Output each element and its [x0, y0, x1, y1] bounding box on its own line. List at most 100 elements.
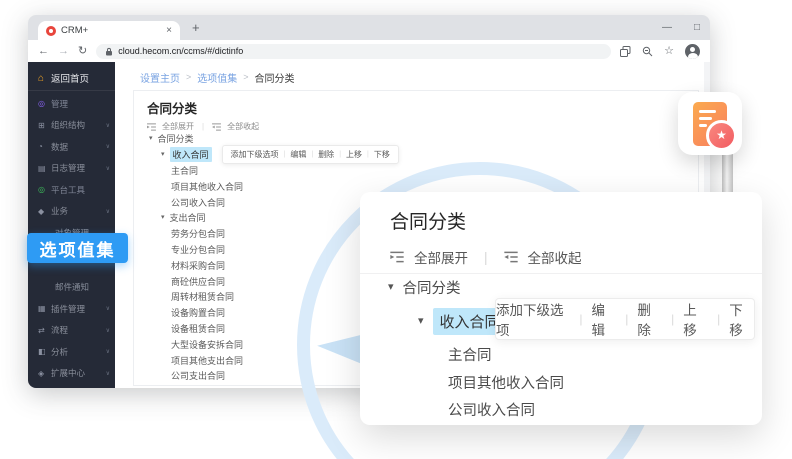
- tree-node-label[interactable]: 大型设备安拆合同: [171, 338, 243, 351]
- new-tab-button[interactable]: +: [192, 20, 200, 35]
- back-button[interactable]: ←: [38, 46, 49, 57]
- edit-button[interactable]: 编辑: [290, 149, 306, 160]
- move-down-button[interactable]: 下移: [729, 299, 754, 339]
- bookmark-star-icon[interactable]: ☆: [664, 46, 674, 57]
- tree-node-label[interactable]: 合同分类: [158, 132, 194, 145]
- sidebar-item-0[interactable]: ⌂返回首页: [28, 66, 115, 91]
- breadcrumb-item-2: 合同分类: [255, 70, 295, 85]
- sidebar-item-label: 插件管理: [51, 303, 85, 315]
- sidebar-item-label: 分析: [51, 346, 68, 358]
- expand-all-icon: [147, 123, 156, 131]
- zoom-icon[interactable]: [642, 46, 653, 57]
- magnified-tree-row-3: 项目其他收入合同: [448, 372, 564, 393]
- sidebar-item-11[interactable]: ⇄流程∨: [28, 320, 115, 342]
- tree-node-label[interactable]: 设备购置合同: [171, 306, 225, 319]
- move-down-button[interactable]: 下移: [374, 149, 390, 160]
- breadcrumb-item-1[interactable]: 选项值集: [197, 70, 237, 85]
- caret-down-icon[interactable]: ▾: [161, 214, 165, 221]
- caret-down-icon[interactable]: ▾: [149, 135, 153, 142]
- sidebar-item-label: 平台工具: [51, 184, 85, 196]
- sidebar-item-6[interactable]: ◆业务∨: [28, 201, 115, 223]
- profile-avatar[interactable]: [685, 44, 700, 59]
- minimize-button[interactable]: —: [662, 22, 672, 33]
- sidebar-item-label: 返回首页: [51, 71, 89, 85]
- delete-button[interactable]: 删除: [318, 149, 334, 160]
- expand-all-button[interactable]: 全部展开: [414, 247, 468, 267]
- tree-node-label[interactable]: 公司支出合同: [171, 369, 225, 382]
- section-dot-icon: ◎: [38, 185, 51, 194]
- tab-title: CRM+: [61, 25, 88, 36]
- edit-button[interactable]: 编辑: [591, 299, 616, 339]
- tree-node-label[interactable]: 商砼供应合同: [171, 275, 225, 288]
- tree-node-label[interactable]: 公司收入合同: [171, 196, 225, 209]
- sidebar-item-13[interactable]: ◈扩展中心∨: [28, 363, 115, 385]
- tree-node-label[interactable]: 公司收入合同: [448, 399, 535, 420]
- sidebar-item-12[interactable]: ◧分析∨: [28, 341, 115, 363]
- sidebar-item-label: 组织结构: [51, 119, 85, 131]
- magnified-tree-row-1: ▾收入合同: [418, 308, 507, 335]
- reload-button[interactable]: ↻: [78, 46, 87, 57]
- caret-down-icon[interactable]: ▾: [388, 282, 394, 293]
- browser-tab-strip: CRM+ × + — □: [28, 15, 710, 40]
- tree-node-label[interactable]: 项目其他收入合同: [448, 372, 564, 393]
- browser-tab[interactable]: CRM+ ×: [38, 21, 180, 40]
- sidebar-item-3[interactable]: ◔数据∨: [28, 136, 115, 158]
- action-separator: |: [367, 151, 369, 158]
- move-up-button[interactable]: 上移: [683, 299, 708, 339]
- tree-node-label[interactable]: 主合同: [448, 344, 492, 365]
- magnified-tree-row-2: 主合同: [448, 344, 492, 365]
- sidebar-item-label: 流程: [51, 324, 68, 336]
- tree-node-label[interactable]: 专业分包合同: [171, 243, 225, 256]
- chevron-down-icon: ∨: [106, 122, 110, 129]
- tree-node-label[interactable]: 周转材租赁合同: [171, 290, 234, 303]
- magnified-tree-row-0: ▾ 合同分类: [388, 277, 461, 298]
- chevron-down-icon: ∨: [106, 208, 110, 215]
- maximize-button[interactable]: □: [694, 22, 700, 33]
- tree-node-label[interactable]: 支出合同: [170, 211, 206, 224]
- action-separator: |: [579, 312, 582, 326]
- tree-node-label[interactable]: 劳务分包合同: [171, 227, 225, 240]
- sidebar-item-2[interactable]: ⊞组织结构∨: [28, 115, 115, 137]
- magnified-tree-row-4: 公司收入合同: [448, 399, 535, 420]
- magnified-panel: 合同分类 全部展开 | 全部收起 ▾ 合同分类 ▾收入合同主合同项目其他收入合同公司…: [360, 192, 762, 425]
- move-up-button[interactable]: 上移: [346, 149, 362, 160]
- callout-option-value-set[interactable]: 选项值集: [27, 233, 128, 263]
- tab-close-icon[interactable]: ×: [166, 26, 172, 36]
- action-separator: |: [671, 312, 674, 326]
- add-child-option-button[interactable]: 添加下级选项: [496, 299, 570, 339]
- caret-down-icon[interactable]: ▾: [161, 151, 165, 158]
- tree-node-label[interactable]: 项目其他收入合同: [171, 180, 243, 193]
- log-icon: ▤: [38, 164, 51, 173]
- tree-node-label[interactable]: 材料采购合同: [171, 259, 225, 272]
- lock-icon: [105, 47, 113, 56]
- tree-node-label[interactable]: 项目其他支出合同: [171, 354, 243, 367]
- breadcrumb-item-0[interactable]: 设置主页: [140, 70, 180, 85]
- sidebar-item-9[interactable]: 邮件通知: [28, 277, 115, 299]
- address-bar[interactable]: cloud.hecom.cn/ccms/#/dictinfo: [96, 44, 611, 59]
- star-badge-icon: ★: [706, 120, 737, 151]
- pages-icon[interactable]: [620, 46, 631, 57]
- window-controls: — □: [662, 15, 700, 40]
- tree-node-label[interactable]: 合同分类: [403, 277, 461, 298]
- tree-node-label[interactable]: 收入合同: [170, 147, 212, 162]
- tree-node-label[interactable]: 设备租赁合同: [171, 322, 225, 335]
- page-title: 合同分类: [147, 98, 197, 117]
- action-separator: |: [339, 151, 341, 158]
- chevron-down-icon: ∨: [106, 370, 110, 377]
- panel-divider: [360, 273, 762, 274]
- delete-button[interactable]: 删除: [637, 299, 662, 339]
- add-child-option-button[interactable]: 添加下级选项: [231, 149, 279, 160]
- collapse-all-button[interactable]: 全部收起: [528, 247, 582, 267]
- tree-node-label[interactable]: 主合同: [171, 164, 198, 177]
- sidebar-item-4[interactable]: ▤日志管理∨: [28, 158, 115, 180]
- url-text: cloud.hecom.cn/ccms/#/dictinfo: [118, 46, 243, 56]
- sidebar-item-1[interactable]: ◎管理: [28, 93, 115, 115]
- collapse-all-icon: [504, 251, 518, 263]
- forward-button[interactable]: →: [58, 46, 69, 57]
- sidebar-item-10[interactable]: ▦插件管理∨: [28, 298, 115, 320]
- sidebar-item-label: 数据: [51, 141, 68, 153]
- sidebar-item-5[interactable]: ◎平台工具: [28, 179, 115, 201]
- caret-down-icon[interactable]: ▾: [418, 316, 424, 327]
- breadcrumb-separator: >: [243, 72, 248, 82]
- action-separator: |: [717, 312, 720, 326]
